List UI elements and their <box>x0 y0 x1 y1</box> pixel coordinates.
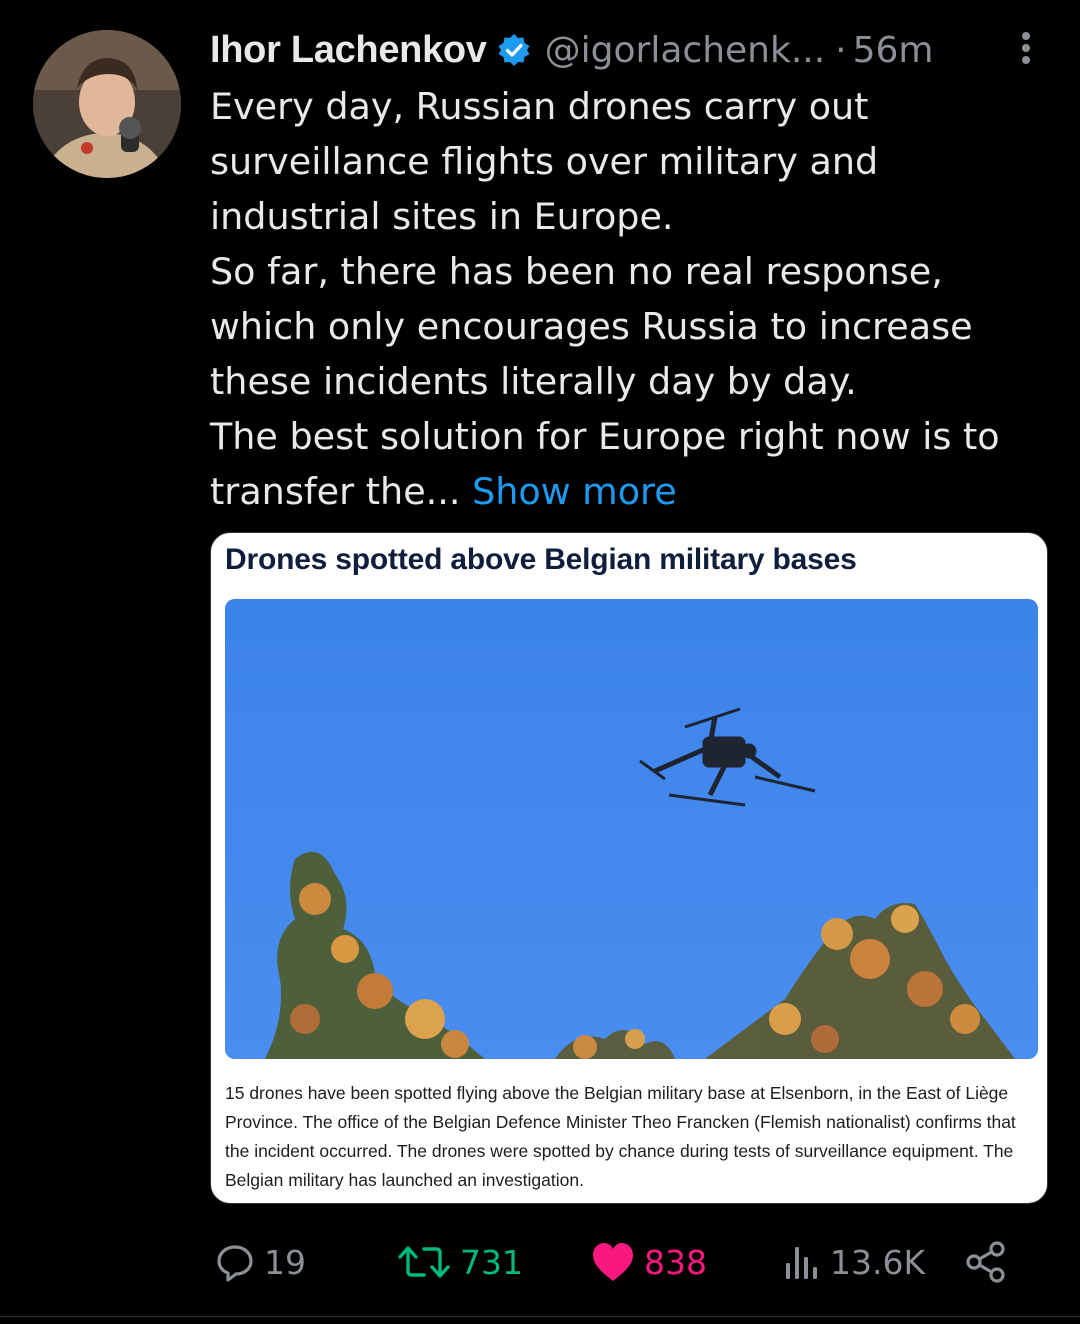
verified-badge-icon[interactable] <box>497 33 531 67</box>
share-icon <box>966 1241 1005 1283</box>
tweet-header: Ihor Lachenkov @igorlachenk... · 56m <box>210 26 990 74</box>
tweet-line: Every day, Russian drones carry out <box>210 85 869 128</box>
avatar-image <box>33 30 181 178</box>
tweet-last-line: transfer the... Show more <box>210 464 1040 519</box>
like-count: 838 <box>644 1242 707 1282</box>
reply-button[interactable]: 19 <box>214 1234 306 1290</box>
heart-icon <box>593 1243 633 1281</box>
media-card[interactable]: Drones spotted above Belgian military ba… <box>210 532 1048 1204</box>
tweet-line: The best solution for Europe right now i… <box>210 415 1000 458</box>
tweet-line: which only encourages Russia to increase <box>210 305 973 348</box>
tweet-line: industrial sites in Europe. <box>210 195 674 238</box>
retweet-icon <box>398 1246 450 1278</box>
retweet-button[interactable]: 731 <box>396 1234 523 1290</box>
author-handle[interactable]: @igorlachenk... <box>545 30 826 71</box>
tweet-line: transfer the... <box>210 470 461 513</box>
retweet-count: 731 <box>460 1242 523 1282</box>
author-name[interactable]: Ihor Lachenkov <box>210 29 487 72</box>
tweet-line: So far, there has been no real response, <box>210 250 943 293</box>
share-button[interactable] <box>964 1234 1008 1290</box>
more-options-icon[interactable] <box>1016 30 1036 66</box>
reply-count: 19 <box>264 1242 306 1282</box>
avatar[interactable] <box>33 30 181 178</box>
divider <box>0 1316 1080 1317</box>
card-title: Drones spotted above Belgian military ba… <box>225 543 857 576</box>
action-bar: 19 731 838 13.6K <box>210 1234 1040 1290</box>
card-caption: 15 drones have been spotted flying above… <box>225 1083 1016 1190</box>
header-separator: · <box>835 29 847 71</box>
tweet-line: surveillance flights over military and <box>210 140 879 183</box>
views-count: 13.6K <box>830 1242 926 1282</box>
tweet-timestamp[interactable]: 56m <box>853 30 934 71</box>
views-icon <box>786 1247 817 1279</box>
tweet-text: Every day, Russian drones carry out surv… <box>210 79 1040 519</box>
like-button[interactable]: 838 <box>590 1234 707 1290</box>
show-more-link[interactable]: Show more <box>472 470 677 513</box>
views-button[interactable]: 13.6K <box>782 1234 925 1290</box>
tweet-line: these incidents literally day by day. <box>210 360 857 403</box>
reply-icon <box>217 1245 253 1282</box>
drone-photo[interactable] <box>225 599 1038 1059</box>
